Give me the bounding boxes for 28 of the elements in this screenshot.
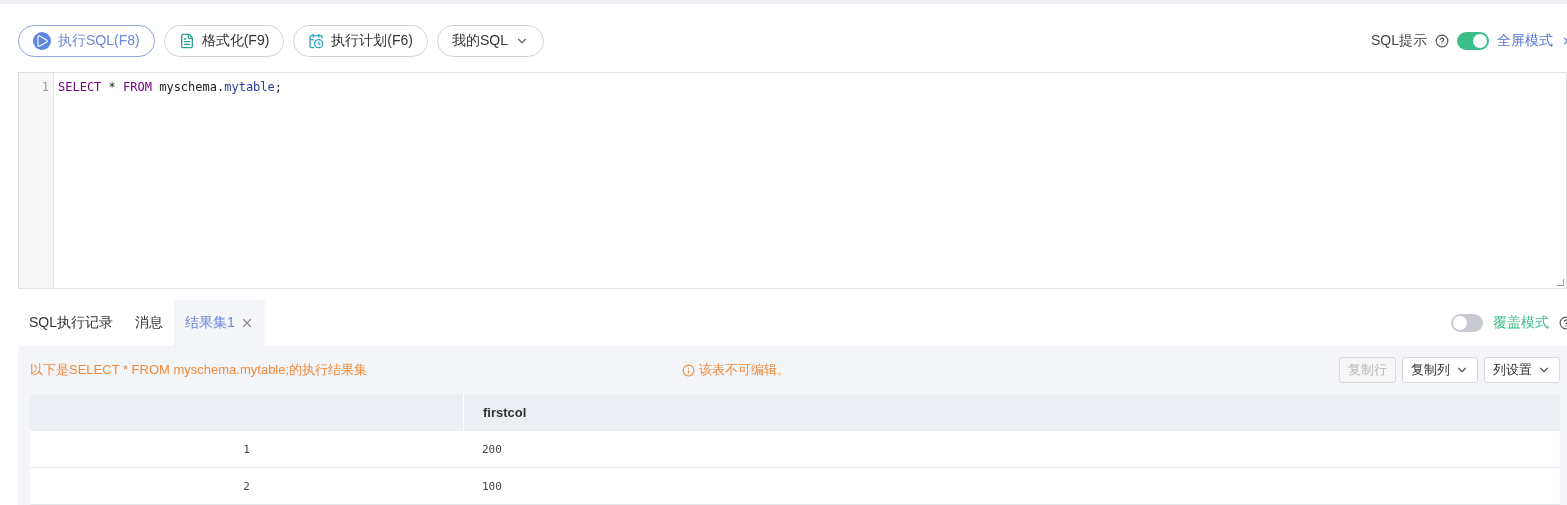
toolbar-button[interactable]: 格式化(F9)	[163, 25, 285, 58]
calendar-icon	[308, 33, 325, 50]
help-icon[interactable]	[1435, 34, 1449, 49]
result-tab[interactable]: 消息	[124, 300, 174, 346]
toolbar-button[interactable]: 执行计划(F6)	[293, 25, 429, 58]
code-line: SELECT * FROM myschema.mytable;	[57, 78, 282, 94]
warning-text: 该表不可编辑。	[699, 361, 790, 379]
column-header: firstcol	[463, 394, 1560, 431]
fullscreen-link[interactable]: 全屏模式	[1497, 32, 1553, 51]
table-cell-text: 100	[481, 478, 503, 495]
sql-hint-label: SQL提示	[1371, 32, 1427, 51]
code-editor[interactable]: 1 SELECT * FROM myschema.mytable;	[18, 71, 1567, 289]
dropdown-button[interactable]: 我的SQL	[437, 25, 545, 58]
result-summary: 以下是SELECT * FROM myschema.mytable;的执行结果集	[30, 361, 369, 379]
overwrite-switch[interactable]	[1451, 314, 1483, 332]
play-icon	[33, 32, 51, 51]
result-tab[interactable]: SQL执行记录	[18, 300, 124, 346]
row-number: 2	[242, 478, 251, 495]
resize-handle[interactable]	[1557, 279, 1564, 286]
sql-hint-switch[interactable]	[1457, 32, 1489, 51]
row-number: 1	[242, 441, 251, 458]
table-cell-text: 200	[481, 441, 503, 458]
info-icon	[682, 363, 695, 377]
document-icon	[178, 33, 195, 50]
action-button[interactable]: 复制列	[1402, 357, 1478, 383]
action-button[interactable]: 列设置	[1484, 357, 1560, 383]
toolbar-button[interactable]: 执行SQL(F8)	[18, 25, 155, 58]
line-number: 1	[40, 79, 50, 94]
